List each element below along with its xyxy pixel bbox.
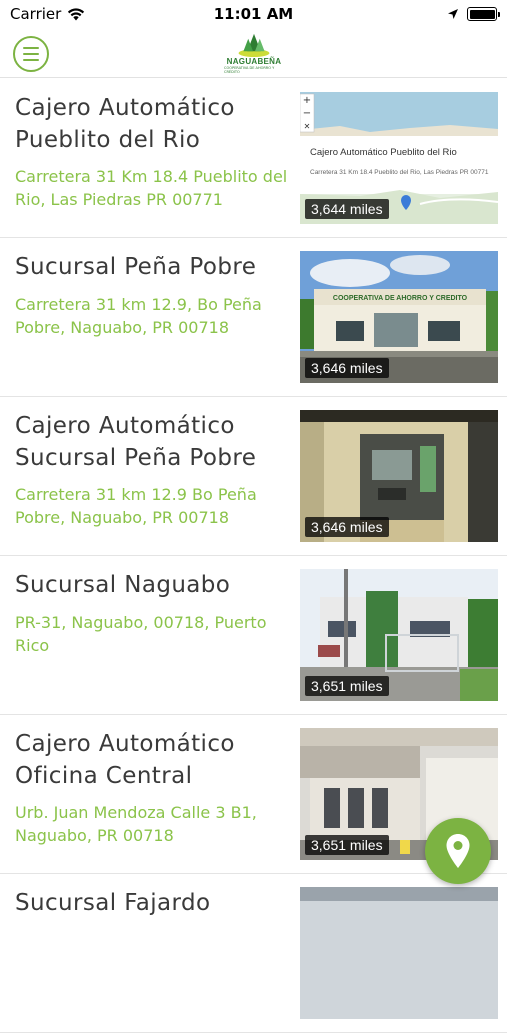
location-arrow-icon [448, 9, 458, 19]
location-photo-thumbnail[interactable]: COOPERATIVA DE AHORRO Y CREDITO 3,646 mi… [300, 251, 498, 383]
location-address: Urb. Juan Mendoza Calle 3 B1, Naguabo, P… [15, 803, 257, 845]
location-address: Carretera 31 km 12.9, Bo Peña Pobre, Nag… [15, 295, 262, 337]
svg-text:✕: ✕ [304, 122, 311, 131]
hamburger-icon-bar [23, 52, 39, 56]
logo-subtext: COOPERATIVA DE AHORRO Y CRÉDITO [224, 66, 275, 74]
carrier-label: Carrier [10, 5, 62, 23]
map-card-title: Cajero Automático Pueblito del Rio [310, 147, 457, 158]
location-address: Carretera 31 km 12.9 Bo Peña Pobre, Nagu… [15, 485, 257, 527]
logo-tree-icon [238, 33, 270, 57]
map-pin-icon [446, 834, 470, 868]
list-item[interactable]: Sucursal Naguabo PR-31, Naguabo, 00718, … [0, 556, 507, 715]
location-title: Cajero Automático Sucursal Peña Pobre [15, 413, 257, 471]
logo: NAGUABEÑA COOPERATIVA DE AHORRO Y CRÉDIT… [224, 32, 284, 74]
map-view-button[interactable] [425, 818, 491, 884]
location-photo-thumbnail[interactable] [300, 887, 498, 1019]
svg-text:−: − [303, 108, 311, 119]
location-title: Sucursal Peña Pobre [15, 254, 257, 280]
location-photo-thumbnail[interactable]: 3,646 miles [300, 410, 498, 542]
building-sign-text: COOPERATIVA DE AHORRO Y CREDITO [332, 295, 468, 302]
distance-badge: 3,651 miles [305, 835, 389, 855]
location-address: Carretera 31 Km 18.4 Pueblito del Rio, L… [15, 167, 288, 209]
list-item[interactable]: Cajero Automático Sucursal Peña Pobre Ca… [0, 397, 507, 556]
hamburger-icon-bar [23, 58, 39, 62]
distance-badge: 3,646 miles [305, 517, 389, 537]
wifi-icon [68, 7, 85, 20]
location-title: Sucursal Naguabo [15, 572, 231, 598]
distance-badge: 3,651 miles [305, 676, 389, 696]
location-address: PR-31, Naguabo, 00718, Puerto Rico [15, 613, 267, 655]
list-item[interactable]: Sucursal Fajardo [0, 874, 507, 1033]
distance-badge: 3,646 miles [305, 358, 389, 378]
map-card-address: Carretera 31 Km 18.4 Pueblito del Rio, L… [310, 169, 489, 176]
logo-text: NAGUABEÑA [226, 57, 282, 66]
location-title: Cajero Automático Pueblito del Rio [15, 95, 235, 153]
menu-button[interactable] [13, 36, 49, 72]
navigation-bar: NAGUABEÑA COOPERATIVA DE AHORRO Y CRÉDIT… [0, 28, 507, 78]
distance-badge: 3,644 miles [305, 199, 389, 219]
status-bar: Carrier 11:01 AM [0, 0, 507, 28]
battery-icon [467, 7, 500, 21]
list-item[interactable]: Sucursal Peña Pobre Carretera 31 km 12.9… [0, 238, 507, 397]
location-title: Sucursal Fajardo [15, 890, 211, 916]
svg-text:+: + [303, 95, 311, 106]
list-item[interactable]: Cajero Automático Pueblito del Rio Carre… [0, 79, 507, 238]
location-map-thumbnail[interactable]: + − ✕ Cajero Automático Pueblito del Rio… [300, 92, 498, 224]
location-title: Cajero Automático Oficina Central [15, 731, 235, 789]
hamburger-icon [23, 46, 39, 50]
location-list: Cajero Automático Pueblito del Rio Carre… [0, 79, 507, 1033]
location-photo-thumbnail[interactable]: 3,651 miles [300, 569, 498, 701]
